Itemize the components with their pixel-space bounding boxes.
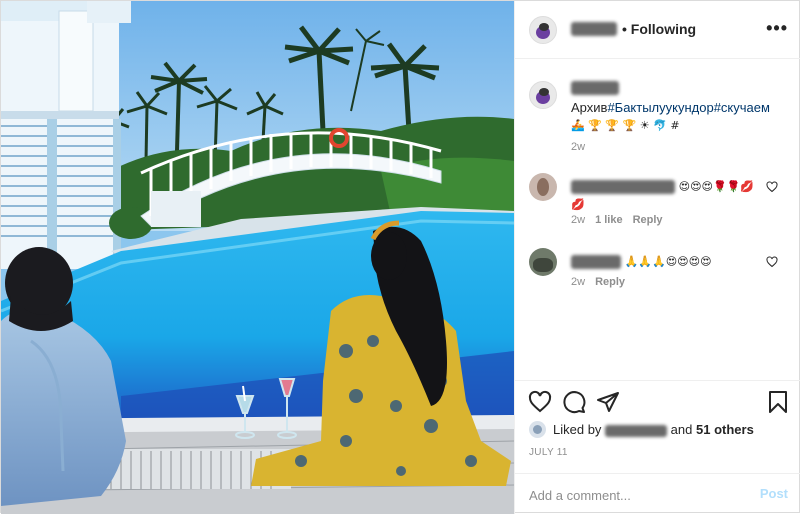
comment-item: 😍😍😍🌹🌹💋💋 2w 1 like Reply — [515, 173, 800, 233]
post-actions: Liked by and 51 others JULY 11 Post — [515, 380, 800, 515]
comment-item: 🙏🙏🙏😍😍😍😍 2w Reply — [515, 248, 800, 298]
comment-emojis: 🙏🙏🙏😍😍😍😍 — [624, 255, 712, 268]
heart-icon[interactable] — [528, 390, 552, 414]
comment-like-heart-icon[interactable] — [766, 256, 778, 268]
comment-meta: 2w 1 like Reply — [571, 214, 673, 226]
avatar-image — [533, 425, 542, 434]
post-sidebar: • Following ••• Архив#Бактылуукундор#ску… — [514, 1, 800, 514]
avatar-hair — [539, 23, 549, 31]
add-comment-bar: Post — [515, 473, 800, 516]
post-date[interactable]: JULY 11 — [529, 447, 568, 458]
pool-scene-image — [1, 1, 514, 514]
caption-username-redacted[interactable] — [571, 81, 619, 95]
commenter-username-redacted[interactable] — [571, 254, 621, 269]
caption-prefix: Архив — [571, 100, 608, 115]
instagram-post: • Following ••• Архив#Бактылуукундор#ску… — [0, 0, 800, 514]
author-avatar[interactable] — [529, 16, 557, 44]
commenter-avatar[interactable] — [529, 248, 557, 276]
comment-time[interactable]: 2w — [571, 276, 585, 288]
liker-username-redacted[interactable] — [605, 424, 668, 437]
avatar-hair — [539, 88, 549, 96]
liker-avatar[interactable] — [529, 421, 546, 438]
reply-button[interactable]: Reply — [633, 214, 663, 226]
caption-hashtags[interactable]: #Бактылуукундор#скучаем — [607, 100, 770, 115]
following-label[interactable]: • Following — [622, 21, 696, 37]
author-username-redacted[interactable] — [571, 22, 617, 36]
share-icon[interactable] — [596, 390, 620, 414]
likes-text: Liked by and 51 others — [553, 422, 754, 437]
avatar-image — [533, 258, 553, 272]
comment-icon[interactable] — [562, 390, 586, 414]
likes-summary: Liked by and 51 others — [529, 421, 789, 441]
comment-text: 😍😍😍🌹🌹💋💋 — [571, 177, 761, 213]
comment-like-heart-icon[interactable] — [766, 181, 778, 193]
comment-text: 🙏🙏🙏😍😍😍😍 — [571, 252, 761, 270]
comment-time[interactable]: 2w — [571, 214, 585, 226]
commenter-username-redacted[interactable] — [571, 179, 675, 194]
post-header: • Following ••• — [515, 1, 800, 59]
commenter-avatar[interactable] — [529, 173, 557, 201]
caption-emojis: 🚣 🏆 🏆 🏆 ☀ 🐬 # — [571, 119, 680, 132]
comment-input[interactable] — [529, 485, 739, 505]
post-photo[interactable] — [1, 1, 514, 514]
caption-author-avatar[interactable] — [529, 81, 557, 109]
reply-button[interactable]: Reply — [595, 276, 625, 288]
more-options-icon[interactable]: ••• — [766, 18, 788, 39]
caption-time[interactable]: 2w — [571, 141, 585, 153]
caption-text: Архив#Бактылуукундор#скучаем 🚣 🏆 🏆 🏆 ☀ 🐬… — [571, 99, 786, 134]
bookmark-icon[interactable] — [766, 390, 790, 414]
comment-likes[interactable]: 1 like — [595, 214, 623, 226]
avatar-image — [537, 178, 549, 196]
comment-meta: 2w Reply — [571, 276, 635, 288]
likes-and: and — [670, 422, 693, 437]
post-comment-button[interactable]: Post — [760, 486, 788, 501]
likes-prefix: Liked by — [553, 422, 602, 437]
likes-others-link[interactable]: 51 others — [696, 422, 754, 437]
